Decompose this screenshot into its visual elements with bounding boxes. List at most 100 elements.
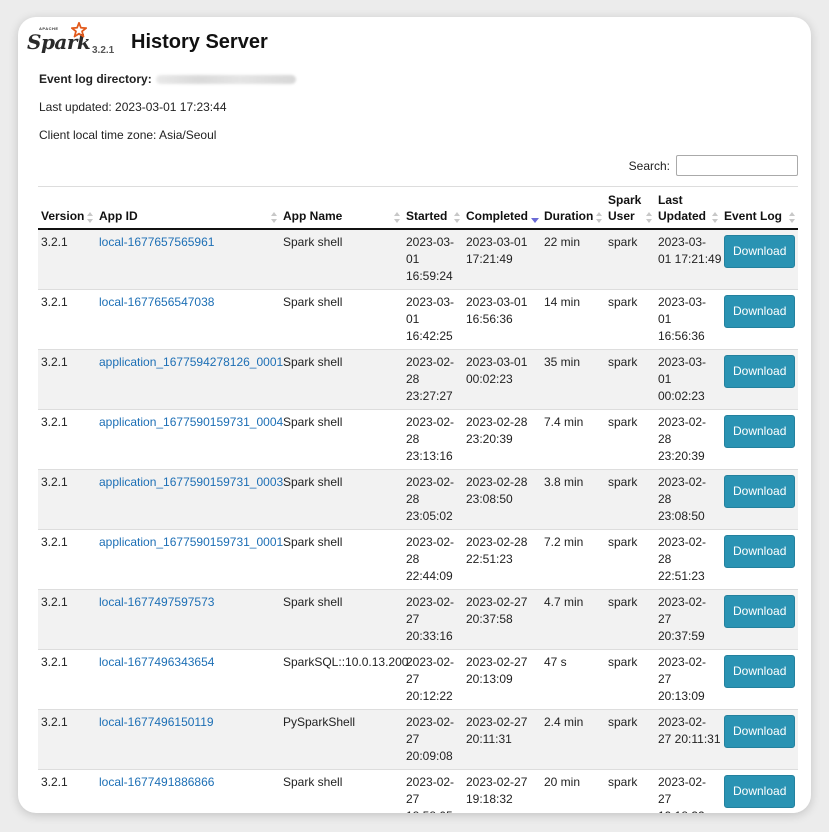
download-button[interactable]: Download (724, 655, 796, 688)
last-updated-line3: 23:08:50 (658, 509, 705, 523)
spark-version: 3.2.1 (92, 45, 115, 56)
started-line1: 2023-02- (406, 475, 455, 489)
cell-duration: 14 min (541, 289, 605, 350)
header-label: Completed (466, 209, 529, 223)
app-id-link[interactable]: local-1677496343654 (99, 655, 214, 669)
started-line1: 2023-03- (406, 295, 455, 309)
download-button[interactable]: Download (724, 595, 796, 628)
cell-duration: 4.7 min (541, 589, 605, 650)
app-id-link[interactable]: application_1677590159731_0003 (99, 475, 283, 489)
header: APACHE Spark 3.2.1 History Server (27, 22, 427, 67)
completed-line1: 2023-02-28 (466, 415, 528, 429)
column-header-completed[interactable]: Completed (463, 186, 541, 230)
started-line2: 28 (406, 372, 420, 386)
cell-app-name: Spark shell (280, 529, 403, 590)
cell-app-id: application_1677590159731_0001 (96, 529, 283, 590)
app-id-link[interactable]: local-1677656547038 (99, 295, 214, 309)
page-title: History Server (131, 31, 268, 53)
cell-spark-user: spark (605, 469, 655, 530)
header-label: App Name (283, 209, 343, 223)
cell-spark-user: spark (605, 709, 655, 770)
cell-spark-user: spark (605, 289, 655, 350)
event-log-directory: Event log directory: (39, 72, 296, 86)
search-box: Search: (629, 155, 798, 176)
event-log-directory-value-redacted (155, 75, 296, 85)
app-id-link[interactable]: local-1677496150119 (99, 715, 214, 729)
cell-event-log: Download (721, 349, 798, 410)
column-header-started[interactable]: Started (403, 186, 463, 230)
cell-last-updated: 2023-02- 27 19:18:32 (655, 769, 721, 813)
started-line2: 27 (406, 672, 420, 686)
event-log-directory-label: Event log directory: (39, 72, 152, 86)
table-row: 3.2.1 application_1677594278126_0001 Spark… (38, 349, 798, 410)
sort-icon (394, 212, 400, 223)
download-button[interactable]: Download (724, 355, 796, 388)
app-id-link[interactable]: application_1677594278126_0001 (99, 355, 283, 369)
header-label: Event Log (724, 209, 783, 223)
download-button[interactable]: Download (724, 775, 796, 808)
completed-line2: 23:08:50 (466, 492, 513, 506)
cell-started: 2023-02- 27 20:12:22 (403, 649, 463, 710)
cell-event-log: Download (721, 649, 798, 710)
spark-logo[interactable]: APACHE Spark (27, 22, 95, 59)
cell-completed: 2023-02-27 20:11:31 (463, 709, 541, 770)
cell-last-updated: 2023-02- 27 20:11:31 (655, 709, 721, 770)
completed-line1: 2023-02-28 (466, 535, 528, 549)
app-id-link[interactable]: application_1677590159731_0004 (99, 415, 283, 429)
cell-app-name: Spark shell (280, 228, 403, 290)
cell-app-name: Spark shell (280, 469, 403, 530)
table-row: 3.2.1 application_1677590159731_0004 Spark… (38, 409, 798, 470)
column-header-duration[interactable]: Duration (541, 186, 605, 230)
cell-version: 3.2.1 (38, 589, 96, 650)
table-header-row: Version App ID App Name Started Complete… (38, 186, 798, 230)
column-header-app-name[interactable]: App Name (280, 186, 403, 230)
cell-spark-user: spark (605, 349, 655, 410)
cell-last-updated: 2023-03- 01 16:56:36 (655, 289, 721, 350)
search-input[interactable] (676, 155, 798, 176)
cell-started: 2023-02- 28 22:44:09 (403, 529, 463, 590)
cell-completed: 2023-02-28 23:08:50 (463, 469, 541, 530)
download-button[interactable]: Download (724, 715, 796, 748)
column-header-spark-user[interactable]: Spark User (605, 186, 655, 230)
cell-duration: 35 min (541, 349, 605, 410)
download-button[interactable]: Download (724, 415, 796, 448)
download-button[interactable]: Download (724, 235, 796, 268)
completed-line1: 2023-03-01 (466, 355, 528, 369)
cell-completed: 2023-03-01 17:21:49 (463, 228, 541, 290)
column-header-app-id[interactable]: App ID (96, 186, 280, 230)
cell-spark-user: spark (605, 589, 655, 650)
cell-version: 3.2.1 (38, 469, 96, 530)
cell-app-id: local-1677656547038 (96, 289, 280, 350)
cell-app-id: local-1677496343654 (96, 649, 280, 710)
app-id-link[interactable]: local-1677497597573 (99, 595, 214, 609)
started-line1: 2023-02- (406, 595, 455, 609)
cell-last-updated: 2023-02- 28 23:08:50 (655, 469, 721, 530)
last-updated-line3: 16:56:36 (658, 329, 705, 343)
cell-completed: 2023-02-28 22:51:23 (463, 529, 541, 590)
cell-last-updated: 2023-02- 28 23:20:39 (655, 409, 721, 470)
completed-line2: 23:20:39 (466, 432, 513, 446)
cell-started: 2023-02- 28 23:27:27 (403, 349, 463, 410)
app-id-link[interactable]: local-1677657565961 (99, 235, 214, 249)
header-label: Duration (544, 209, 594, 223)
sort-icon (646, 212, 652, 223)
cell-last-updated: 2023-02- 27 20:13:09 (655, 649, 721, 710)
column-header-last-updated[interactable]: Last Updated (655, 186, 721, 230)
browser-frame: APACHE Spark 3.2.1 History Server Event … (18, 17, 811, 813)
cell-started: 2023-02- 28 23:05:02 (403, 469, 463, 530)
table-row: 3.2.1 local-1677497597573 Spark shell 2023-… (38, 589, 798, 650)
download-button[interactable]: Download (724, 295, 796, 328)
cell-duration: 47 s (541, 649, 605, 710)
header-label-line2: User (608, 209, 635, 223)
last-updated-line1: 2023-02- (658, 535, 707, 549)
table-body: 3.2.1 local-1677657565961 Spark shell 2023-… (38, 228, 798, 813)
column-header-event-log[interactable]: Event Log (721, 186, 798, 230)
app-id-link[interactable]: application_1677590159731_0001 (99, 535, 283, 549)
download-button[interactable]: Download (724, 535, 796, 568)
column-header-version[interactable]: Version (38, 186, 96, 230)
last-updated: Last updated: 2023-03-01 17:23:44 (39, 100, 227, 114)
download-button[interactable]: Download (724, 475, 796, 508)
app-id-link[interactable]: local-1677491886866 (99, 775, 214, 789)
cell-event-log: Download (721, 228, 798, 290)
cell-app-name: Spark shell (280, 349, 403, 410)
